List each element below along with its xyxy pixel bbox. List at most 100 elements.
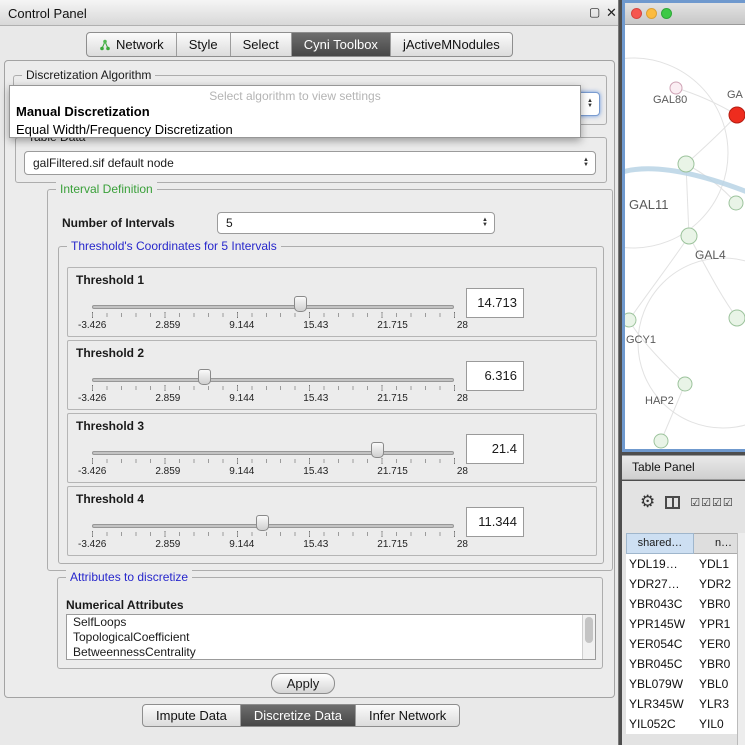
interval-definition-group: Interval Definition Number of Intervals …	[47, 189, 613, 571]
network-node[interactable]	[654, 434, 668, 448]
tab-select[interactable]: Select	[231, 33, 292, 56]
table-scrollbar[interactable]	[737, 533, 745, 745]
network-canvas[interactable]: GAL80GAGAL11GAL4GCY1HAP2	[625, 25, 745, 449]
threshold-value-field[interactable]: 21.4	[466, 434, 524, 464]
table-cell: YER054C	[626, 634, 694, 654]
combobox-arrows-icon: ▲▼	[587, 93, 593, 115]
tab-style[interactable]: Style	[177, 33, 231, 56]
scale-label: 2.859	[155, 466, 180, 477]
scale-label: 9.144	[229, 466, 254, 477]
network-node-label: GCY1	[626, 334, 656, 346]
attribute-list-item[interactable]: SelfLoops	[67, 615, 595, 630]
slider-minor-ticks	[92, 459, 455, 463]
scale-label: 2.859	[155, 320, 180, 331]
float-window-icon[interactable]: ▢	[589, 5, 600, 19]
numerical-attributes-label: Numerical Attributes	[66, 598, 184, 612]
tab-jactivemnodules[interactable]: jActiveMNodules	[391, 33, 512, 56]
threshold-value-field[interactable]: 11.344	[466, 507, 524, 537]
network-node[interactable]	[670, 82, 682, 94]
network-node[interactable]	[729, 107, 745, 123]
tab-label: Style	[189, 37, 218, 52]
table-panel-titlebar[interactable]: Table Panel	[622, 455, 745, 480]
threshold-value-field[interactable]: 14.713	[466, 288, 524, 318]
threshold-label: Threshold 4	[76, 492, 144, 506]
tab-infer-network[interactable]: Infer Network	[356, 705, 459, 726]
dropdown-option-manual-discretization[interactable]: Manual Discretization	[10, 103, 580, 121]
close-icon[interactable]: ✕	[606, 5, 617, 21]
network-node-label: HAP2	[645, 395, 674, 407]
group-legend: Attributes to discretize	[66, 570, 192, 584]
tab-impute-data[interactable]: Impute Data	[143, 705, 241, 726]
table-row[interactable]: YPR145WYPR1	[626, 614, 745, 634]
threshold-panel: Threshold 1 -3.4262.8599.14415.4321.7152…	[67, 267, 597, 337]
slider-minor-ticks	[92, 313, 455, 317]
table-row[interactable]: YDL19…YDL1	[626, 554, 745, 574]
network-node[interactable]	[729, 196, 743, 210]
threshold-slider-thumb[interactable]	[294, 296, 307, 312]
table-cell: YDR27…	[626, 574, 694, 594]
columns-icon[interactable]	[665, 496, 680, 509]
scale-label: 28	[457, 539, 468, 550]
scale-label: 2.859	[155, 393, 180, 404]
table-row[interactable]: YBR045CYBR0	[626, 654, 745, 674]
network-node-label: GAL11	[629, 197, 669, 212]
table-cell: YDL19…	[626, 554, 694, 574]
control-panel-titlebar[interactable]: Control Panel ▢ ✕	[0, 0, 618, 26]
threshold-slider-thumb[interactable]	[256, 515, 269, 531]
zoom-traffic-light-icon[interactable]	[661, 8, 672, 19]
threshold-panel: Threshold 2 -3.4262.8599.14415.4321.7152…	[67, 340, 597, 410]
number-of-intervals-combobox[interactable]: 5 ▲▼	[217, 212, 495, 234]
table-row[interactable]: YIL052CYIL0	[626, 714, 745, 734]
threshold-slider-thumb[interactable]	[371, 442, 384, 458]
combobox-arrows-icon: ▲▼	[482, 213, 488, 233]
table-row[interactable]: YLR345WYLR3	[626, 694, 745, 714]
algorithm-dropdown-popup: Select algorithm to view settings Manual…	[9, 85, 581, 138]
table-data-group: Table Data galFiltered.sif default node …	[15, 137, 607, 183]
dropdown-placeholder-item: Select algorithm to view settings	[10, 86, 580, 103]
table-row[interactable]: YBR043CYBR0	[626, 594, 745, 614]
table-rows: YDL19…YDL1YDR27…YDR2YBR043CYBR0YPR145WYP…	[626, 554, 745, 734]
scale-label: 28	[457, 393, 468, 404]
network-node[interactable]	[678, 156, 694, 172]
scrollbar-thumb[interactable]	[585, 617, 593, 643]
network-node-label: GAL80	[653, 94, 687, 106]
tab-cyni-toolbox[interactable]: Cyni Toolbox	[292, 33, 391, 56]
table-row[interactable]: YDR27…YDR2	[626, 574, 745, 594]
network-node[interactable]	[681, 228, 697, 244]
table-row[interactable]: YBL079WYBL0	[626, 674, 745, 694]
tab-network[interactable]: Network	[87, 33, 177, 56]
scale-label: -3.426	[78, 320, 106, 331]
network-view-window: GAL80GAGAL11GAL4GCY1HAP2	[622, 0, 745, 452]
table-data-combobox[interactable]: galFiltered.sif default node ▲▼	[24, 151, 596, 175]
threshold-slider-track[interactable]	[92, 451, 454, 455]
minimize-traffic-light-icon[interactable]	[646, 8, 657, 19]
tab-discretize-data[interactable]: Discretize Data	[241, 705, 356, 726]
table-row[interactable]: YER054CYER0	[626, 634, 745, 654]
select-columns-checkbox-icons[interactable]: ☑☑☑☑	[690, 496, 733, 509]
threshold-slider-track[interactable]	[92, 378, 454, 382]
close-traffic-light-icon[interactable]	[631, 8, 642, 19]
gear-icon[interactable]: ⚙	[640, 492, 655, 512]
threshold-value-field[interactable]: 6.316	[466, 361, 524, 391]
network-node[interactable]	[625, 313, 636, 327]
control-panel-window: Control Panel ▢ ✕ Network Style Select C…	[0, 0, 619, 745]
apply-button[interactable]: Apply	[271, 673, 335, 694]
scale-label: 21.715	[377, 393, 408, 404]
scale-label: -3.426	[78, 393, 106, 404]
list-scrollbar[interactable]	[582, 615, 595, 659]
threshold-slider-thumb[interactable]	[198, 369, 211, 385]
network-node[interactable]	[678, 377, 692, 391]
threshold-slider-track[interactable]	[92, 305, 454, 309]
scale-label: 2.859	[155, 539, 180, 550]
group-legend: Threshold's Coordinates for 5 Intervals	[67, 239, 281, 253]
attribute-list-item[interactable]: BetweennessCentrality	[67, 645, 595, 660]
column-header-shared-name[interactable]: shared…	[626, 533, 694, 554]
network-node[interactable]	[729, 310, 745, 326]
network-node-label: GAL4	[695, 248, 726, 262]
table-cell: YBL079W	[626, 674, 694, 694]
network-window-titlebar[interactable]	[625, 3, 745, 25]
attribute-list-item[interactable]: TopologicalCoefficient	[67, 630, 595, 645]
dropdown-option-equal-width-frequency[interactable]: Equal Width/Frequency Discretization	[10, 121, 580, 139]
numerical-attributes-list[interactable]: SelfLoopsTopologicalCoefficientBetweenne…	[66, 614, 596, 660]
threshold-slider-track[interactable]	[92, 524, 454, 528]
